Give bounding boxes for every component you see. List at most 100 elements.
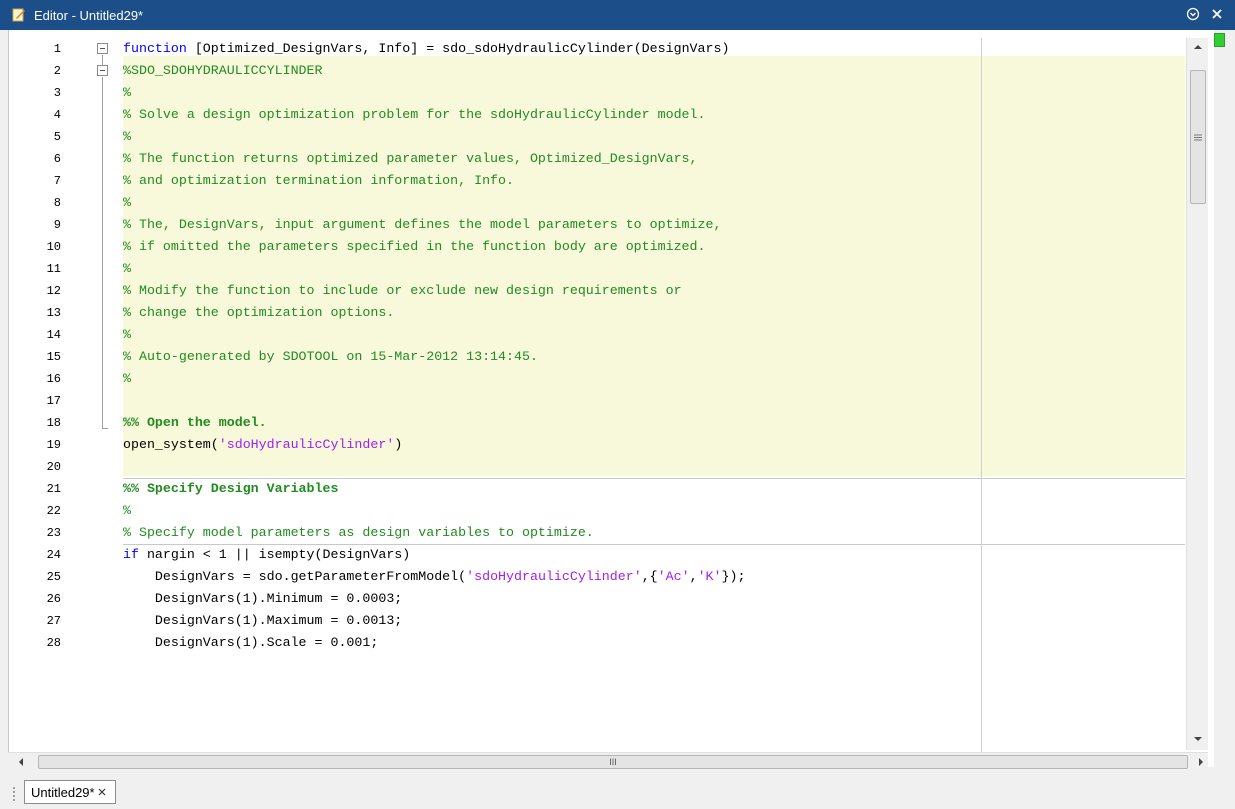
code-line[interactable]: if nargin < 1 || isempty(DesignVars) (123, 544, 410, 566)
code-line[interactable]: open_system('sdoHydraulicCylinder') (123, 434, 402, 456)
code-line[interactable]: %SDO_SDOHYDRAULICCYLINDER (123, 60, 323, 82)
line-number: 16 (46, 372, 61, 386)
code-token: %% Open the model. (123, 415, 267, 430)
code-line[interactable]: function [Optimized_DesignVars, Info] = … (123, 38, 729, 60)
code-line[interactable]: % (123, 126, 131, 148)
code-token: % (123, 195, 131, 210)
window-title: Editor - Untitled29* (34, 7, 144, 23)
code-token: % (123, 503, 131, 518)
line-number: 6 (53, 152, 61, 166)
code-token: 'sdoHydraulicCylinder' (218, 437, 395, 452)
line-number: 2 (53, 64, 61, 78)
code-line[interactable]: % (123, 324, 131, 346)
code-token: }); (721, 569, 746, 584)
code-token: %SDO_SDOHYDRAULICCYLINDER (123, 63, 323, 78)
line-number: 11 (46, 262, 61, 276)
code-line[interactable]: % if omitted the parameters specified in… (123, 236, 706, 258)
code-token: [Optimized_DesignVars, Info] = sdo_sdoHy… (186, 41, 730, 56)
close-icon[interactable] (1209, 6, 1225, 22)
code-token: % Solve a design optimization problem fo… (123, 107, 706, 122)
fold-toggle-function[interactable] (97, 43, 108, 54)
code-line[interactable]: % The function returns optimized paramet… (123, 148, 698, 170)
code-line[interactable]: % Auto-generated by SDOTOOL on 15-Mar-20… (123, 346, 538, 368)
scroll-right-arrow-icon[interactable] (1192, 753, 1210, 771)
scroll-down-arrow-icon[interactable] (1187, 730, 1209, 748)
code-token: % The function returns optimized paramet… (123, 151, 698, 166)
code-line[interactable]: % (123, 82, 131, 104)
code-token: function (123, 41, 187, 56)
code-token: open_system( (123, 437, 219, 452)
code-line[interactable]: % Specify model parameters as design var… (123, 522, 594, 544)
document-tab-bar: Untitled29* (0, 778, 1235, 809)
code-line[interactable]: % (123, 500, 131, 522)
code-editor[interactable]: 1 2 3 4 5 6 7 8 9 10 11 12 13 14 15 16 17 18 19 20 21 22 23 24 2… (8, 30, 1214, 767)
vertical-scroll-thumb[interactable] (1190, 70, 1206, 204)
editor-title-bar: Editor - Untitled29* (0, 0, 1235, 30)
code-token: 'sdoHydraulicCylinder' (466, 569, 642, 584)
code-token: % The, DesignVars, input argument define… (123, 217, 722, 232)
line-number: 28 (46, 636, 61, 650)
fold-toggle-comment-block[interactable] (97, 65, 108, 76)
code-token: % (123, 327, 131, 342)
line-number: 26 (46, 592, 61, 606)
code-token: nargin < 1 || isempty(DesignVars) (138, 547, 411, 562)
horizontal-scroll-thumb[interactable]: III (38, 755, 1188, 769)
code-token: ,{ (641, 569, 658, 584)
code-token: % (123, 261, 131, 276)
code-token: % change the optimization options. (123, 305, 395, 320)
code-line[interactable]: DesignVars = sdo.getParameterFromModel('… (123, 566, 746, 588)
tab-untitled29[interactable]: Untitled29* (24, 780, 116, 804)
scroll-up-arrow-icon[interactable] (1187, 38, 1209, 56)
code-token: %% Specify Design Variables (123, 481, 339, 496)
code-token: , (689, 569, 698, 584)
code-text-area[interactable]: function [Optimized_DesignVars, Info] = … (123, 38, 1185, 767)
line-number: 17 (46, 394, 61, 408)
code-analyzer-status-indicator[interactable] (1214, 33, 1225, 47)
fold-guide-line (102, 77, 103, 428)
horizontal-scrollbar[interactable]: III (8, 752, 1208, 770)
code-line[interactable]: % Modify the function to include or excl… (123, 280, 682, 302)
line-number: 5 (53, 130, 61, 144)
code-token: ) (394, 437, 403, 452)
code-token: % Auto-generated by SDOTOOL on 15-Mar-20… (123, 349, 538, 364)
code-line[interactable]: % (123, 258, 131, 280)
code-line[interactable]: DesignVars(1).Scale = 0.001; (123, 632, 378, 654)
code-token: % (123, 85, 131, 100)
code-token: DesignVars(1).Minimum = 0.0003; (123, 591, 403, 606)
code-line[interactable]: DesignVars(1).Maximum = 0.0013; (123, 610, 402, 632)
code-line[interactable]: %% Open the model. (123, 412, 267, 434)
line-number: 13 (46, 306, 61, 320)
code-line[interactable]: % The, DesignVars, input argument define… (123, 214, 721, 236)
line-number: 12 (46, 284, 61, 298)
code-line[interactable]: % (123, 192, 131, 214)
code-line[interactable]: % and optimization termination informati… (123, 170, 514, 192)
code-line[interactable]: % (123, 368, 131, 390)
code-line[interactable]: DesignVars(1).Minimum = 0.0003; (123, 588, 402, 610)
code-line[interactable]: % Solve a design optimization problem fo… (123, 104, 706, 126)
code-line[interactable]: %% Specify Design Variables (123, 478, 338, 500)
code-folding-column (83, 38, 123, 767)
editor-document-icon (12, 8, 26, 22)
chevron-circle-icon[interactable] (1185, 6, 1201, 22)
line-number: 1 (53, 42, 61, 56)
close-icon[interactable] (95, 785, 109, 799)
line-number: 9 (53, 218, 61, 232)
code-token: DesignVars(1).Scale = 0.001; (123, 635, 379, 650)
code-line[interactable]: % change the optimization options. (123, 302, 394, 324)
line-number: 27 (46, 614, 61, 628)
line-number: 21 (46, 482, 61, 496)
code-token: % Specify model parameters as design var… (123, 525, 594, 540)
line-number: 3 (53, 86, 61, 100)
drag-grip-icon[interactable] (12, 786, 18, 802)
vertical-scrollbar[interactable] (1186, 38, 1208, 750)
line-number: 25 (46, 570, 61, 584)
line-number-gutter: 1 2 3 4 5 6 7 8 9 10 11 12 13 14 15 16 17 18 19 20 21 22 23 24 2… (9, 38, 83, 767)
line-number: 15 (46, 350, 61, 364)
code-token: if (123, 547, 139, 562)
code-token: DesignVars(1).Maximum = 0.0013; (123, 613, 403, 628)
line-number: 18 (46, 416, 61, 430)
horizontal-scroll-grip: III (609, 757, 617, 767)
scroll-left-arrow-icon[interactable] (12, 753, 30, 771)
line-number: 22 (46, 504, 61, 518)
code-token: % (123, 129, 131, 144)
